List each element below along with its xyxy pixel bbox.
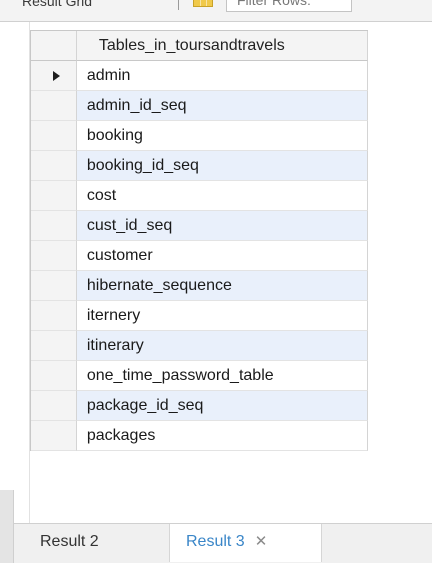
table-cell[interactable]: cust_id_seq [76,211,368,241]
table-row[interactable]: iternery [31,301,368,331]
current-row-arrow-icon [53,71,60,81]
table-cell[interactable]: package_id_seq [76,391,368,421]
table-row[interactable]: cust_id_seq [31,211,368,241]
row-indicator[interactable] [31,421,77,451]
row-indicator[interactable] [31,241,77,271]
result-grid: Tables_in_toursandtravels admin admin_id_… [30,30,368,451]
table-cell[interactable]: admin [76,61,368,91]
row-indicator[interactable] [31,61,77,91]
table-row[interactable]: booking_id_seq [31,151,368,181]
table-cell[interactable]: customer [76,241,368,271]
grid-body: admin admin_id_seq booking booking_id_seq co… [31,61,368,451]
tab-label: Result 2 [40,533,99,550]
table-row[interactable]: admin [31,61,368,91]
column-header[interactable]: Tables_in_toursandtravels [76,31,368,61]
grid-header-row: Tables_in_toursandtravels [31,31,368,61]
table-row[interactable]: packages [31,421,368,451]
row-header-corner[interactable] [31,31,77,61]
toolbar-separator [178,0,179,10]
row-indicator[interactable] [31,391,77,421]
table-cell[interactable]: booking [76,121,368,151]
grid-view-icon[interactable] [193,0,213,7]
table-cell[interactable]: itinerary [76,331,368,361]
table-row[interactable]: cost [31,181,368,211]
filter-rows-box[interactable]: Filter Rows: [226,0,352,12]
row-indicator[interactable] [31,301,77,331]
side-panel-edge [0,490,14,563]
row-indicator[interactable] [31,121,77,151]
result-grid-label[interactable]: Result Grid [22,0,92,9]
result-tabs: Result 2 Result 3 ✕ [14,523,432,563]
row-indicator[interactable] [31,181,77,211]
row-indicator[interactable] [31,361,77,391]
table-cell[interactable]: hibernate_sequence [76,271,368,301]
table-cell[interactable]: one_time_password_table [76,361,368,391]
tab-result-2[interactable]: Result 2 [24,524,144,562]
table-cell[interactable]: packages [76,421,368,451]
left-gutter [0,22,30,563]
table-cell[interactable]: booking_id_seq [76,151,368,181]
result-toolbar: Result Grid Filter Rows: [0,0,432,22]
row-indicator[interactable] [31,91,77,121]
row-indicator[interactable] [31,271,77,301]
table-row[interactable]: customer [31,241,368,271]
tab-label: Result 3 [186,533,245,550]
table-row[interactable]: admin_id_seq [31,91,368,121]
row-indicator[interactable] [31,331,77,361]
tab-result-3[interactable]: Result 3 ✕ [169,524,322,562]
table-row[interactable]: one_time_password_table [31,361,368,391]
table-row[interactable]: booking [31,121,368,151]
table-row[interactable]: hibernate_sequence [31,271,368,301]
table-row[interactable]: itinerary [31,331,368,361]
close-icon[interactable]: ✕ [255,533,268,550]
table-cell[interactable]: iternery [76,301,368,331]
row-indicator[interactable] [31,211,77,241]
filter-rows-label: Filter Rows: [237,0,311,8]
row-indicator[interactable] [31,151,77,181]
table-row[interactable]: package_id_seq [31,391,368,421]
table-cell[interactable]: admin_id_seq [76,91,368,121]
table-cell[interactable]: cost [76,181,368,211]
